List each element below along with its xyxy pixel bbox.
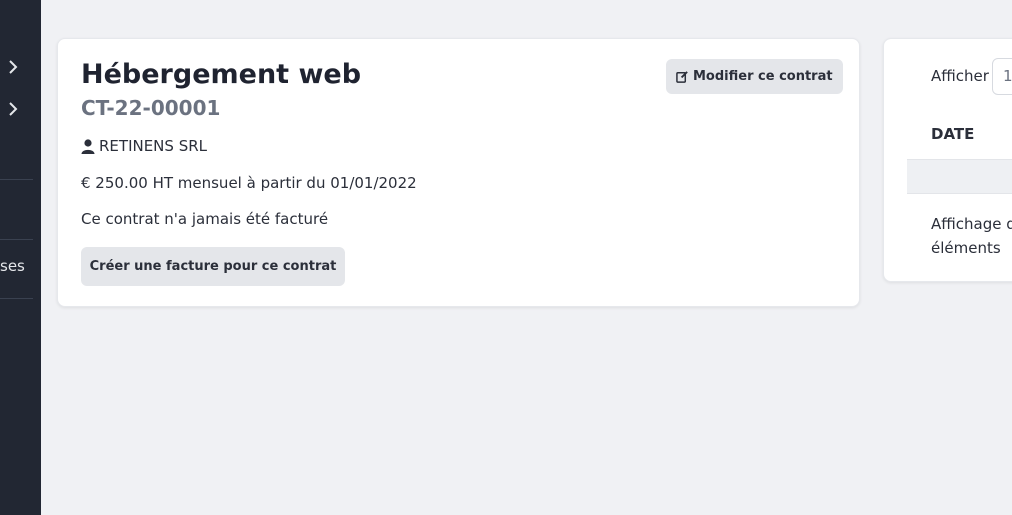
contract-title: Hébergement web [81, 59, 362, 90]
chevron-right-icon[interactable] [6, 102, 20, 116]
sidebar-divider [0, 239, 33, 240]
sidebar: ses [0, 0, 41, 515]
contract-price: € 250.00 HT mensuel à partir du 01/01/20… [81, 174, 417, 192]
table-info-line: éléments [931, 239, 1001, 257]
edit-contract-label: Modifier ce contrat [693, 69, 833, 84]
chevron-right-icon[interactable] [6, 60, 20, 74]
table-info-line: Affichage d [931, 215, 1012, 233]
contract-card: Hébergement web CT-22-00001 Modifier ce … [57, 38, 860, 307]
show-entries-label: Afficher [931, 67, 989, 85]
client-row: RETINENS SRL [81, 137, 207, 155]
user-icon [81, 138, 95, 154]
entries-select[interactable]: 10 [992, 58, 1012, 95]
sidebar-item-label[interactable]: ses [0, 257, 25, 275]
invoice-status: Ce contrat n'a jamais été facturé [81, 210, 329, 228]
sidebar-divider [0, 179, 33, 180]
create-invoice-button[interactable]: Créer une facture pour ce contrat [81, 247, 345, 286]
edit-icon [676, 70, 689, 83]
edit-contract-button[interactable]: Modifier ce contrat [666, 59, 843, 94]
date-column-header[interactable]: DATE [931, 125, 974, 143]
client-name[interactable]: RETINENS SRL [99, 137, 207, 155]
sidebar-divider [0, 298, 33, 299]
invoices-panel: Afficher 10 DATE Affichage d éléments [883, 38, 1012, 282]
contract-reference: CT-22-00001 [81, 96, 221, 120]
table-row [907, 159, 1012, 194]
